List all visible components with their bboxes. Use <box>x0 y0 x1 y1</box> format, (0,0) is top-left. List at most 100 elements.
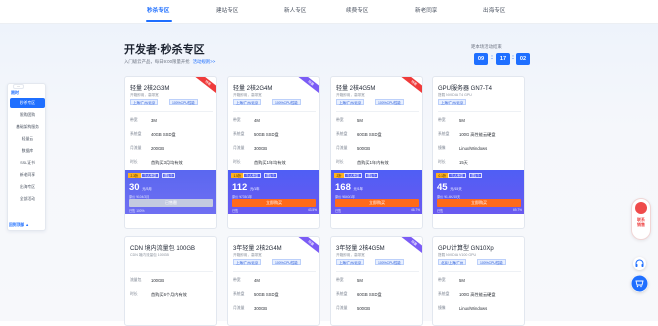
price: 168 元/1年 <box>335 182 363 193</box>
personal-tag: 个人专享 <box>344 173 362 178</box>
cart-fab[interactable] <box>631 275 648 292</box>
sidebar-item-ssl[interactable]: SSL证书 <box>10 158 45 168</box>
back-to-top-button[interactable]: 回到顶部 ▲ <box>9 223 29 228</box>
divider <box>233 111 316 112</box>
top-nav: 秒杀专区 建站专区 新人专区 续费专区 新老同享 出海专区 <box>0 0 658 24</box>
spec-value: 500GB <box>357 146 371 151</box>
countdown-separator: : <box>491 55 493 61</box>
stock-text: 已售 <box>335 209 342 213</box>
limit-tag: 限1个 <box>365 173 379 178</box>
discount-tag: 2折 <box>334 173 344 178</box>
product-card: 限量 3年轻量 2核2G4M 开箱即用，高带宽 上海/广州/北京 100%CPU… <box>227 236 320 326</box>
headset-icon <box>635 202 647 214</box>
spec-value: 60GB SSD盘 <box>357 132 382 137</box>
tab-seckill[interactable]: 秒杀专区 <box>147 6 169 14</box>
divider <box>130 271 213 272</box>
buy-button[interactable]: 立即购买 <box>335 199 419 207</box>
service-fab[interactable] <box>633 257 646 270</box>
active-tab-underline <box>146 20 172 22</box>
price-unit: 元/1年 <box>249 187 260 191</box>
sidebar-item-shared[interactable]: 新老同享 <box>10 170 45 180</box>
product-card: GPU计算型 GN10Xp 搭载 NVIDIA V100 GPU 北京/上海/广… <box>432 236 525 326</box>
countdown-minutes: 17 <box>496 53 510 65</box>
product-card: 特惠 轻量 2核2G3M 开箱即用，高带宽 上海/广州/北京 100%CPU性能… <box>124 76 217 229</box>
buy-button[interactable]: 立即购买 <box>437 199 521 207</box>
card-title: 轻量 2核4G5M <box>336 86 376 92</box>
countdown-seconds: 02 <box>516 53 530 65</box>
countdown-separator: : <box>512 55 514 61</box>
region-chip: 上海/广州/北京 <box>233 99 262 105</box>
sidebar-item-group[interactable]: 限购团购 <box>10 110 45 120</box>
spec-key: 月流量 <box>130 146 142 150</box>
limit-tag: 限1个 <box>162 173 176 178</box>
spec-key: 带宽 <box>336 278 344 282</box>
price: 30 元/3月 <box>129 182 152 193</box>
price-unit: 元/3月 <box>142 187 152 191</box>
cart-icon <box>631 275 648 292</box>
sidebar-item-infra[interactable]: 基础架构服务 <box>10 122 45 132</box>
spec-key: 带宽 <box>233 278 241 282</box>
region-chip: 北京/上海/广州 <box>438 259 467 265</box>
sidebar-collapse-handle[interactable]: ··· <box>13 84 24 89</box>
personal-tag: 个人专享 <box>243 173 261 178</box>
buy-button[interactable]: 立即购买 <box>232 199 316 207</box>
headphones-icon <box>635 259 644 267</box>
purchase-box: 2.3折 个人专享 限1个 30 元/3月 原价 ¥104/3月 已售罄 已售 … <box>125 170 216 214</box>
tab-overseas[interactable]: 出海专区 <box>483 6 505 14</box>
stock-percent: 43.5% <box>307 208 317 212</box>
purchase-box: 1.5折 个人专享 限1个 112 元/1年 原价 ¥735/1年 立即购买 已… <box>228 170 319 214</box>
page-subtitle: 入门级云产品，每日9:00限量开抢 活动规则>> <box>124 59 215 65</box>
tab-renewal[interactable]: 续费专区 <box>346 6 368 14</box>
sidebar-item-all[interactable]: 全部活动 <box>10 194 45 204</box>
spec-value: 4M <box>254 278 260 283</box>
sidebar-item-lighthouse[interactable]: 轻量云 <box>10 134 45 144</box>
sidebar-item-overseas[interactable]: 出海专区 <box>10 182 45 192</box>
discount-tag: 2.3折 <box>128 173 141 178</box>
product-card: 限量 3年轻量 2核4G5M 开箱即用，高带宽 上海/广州/北京 100%CPU… <box>330 236 423 326</box>
spec-value: 5M <box>357 278 363 283</box>
spec-value: 200GB <box>151 146 165 151</box>
card-ribbon: 特惠 <box>398 77 422 96</box>
rules-link[interactable]: 活动规则>> <box>193 59 216 64</box>
spec-value: 4M <box>254 118 260 123</box>
discount-tag: 1.5折 <box>231 173 244 178</box>
limit-tag: 限1个 <box>469 173 483 178</box>
spec-key: 时长 <box>233 160 241 164</box>
spec-key: 月流量 <box>233 146 245 150</box>
region-chip: 上海/广州/北京 <box>233 259 262 265</box>
price-value: 112 <box>232 182 248 193</box>
cpu-chip: 100%CPU性能 <box>272 99 301 105</box>
subtitle-text: 入门级云产品，每日9:00限量开抢 <box>124 59 190 64</box>
sidebar-item-seckill[interactable]: 秒杀专区 <box>10 98 45 108</box>
spec-value: 5M <box>459 278 465 283</box>
spec-key: 系统盘 <box>336 132 348 136</box>
spec-key: 系统盘 <box>438 132 450 136</box>
buy-button[interactable]: 已售罄 <box>129 199 213 207</box>
spec-value: 50GB SSD盘 <box>254 292 279 297</box>
spec-key: 镜像 <box>438 146 446 150</box>
card-ribbon: 限量 <box>295 237 319 256</box>
divider <box>438 271 521 272</box>
product-card: GPU服务器 GN7-T4 搭载 NVIDIA T4 GPU 上海/广州/北京 … <box>432 76 525 229</box>
product-card: 限量 轻量 2核2G4M 开箱即用，高带宽 上海/广州/北京 100%CPU性能… <box>227 76 320 229</box>
spec-key: 系统盘 <box>336 292 348 296</box>
spec-value: 首购买3月均有效 <box>151 160 183 165</box>
tab-site-building[interactable]: 建站专区 <box>216 6 238 14</box>
spec-value: 500GB <box>357 306 371 311</box>
card-title: CDN 境内流量包 100GB <box>130 246 196 252</box>
divider <box>130 111 213 112</box>
tab-shared[interactable]: 新老同享 <box>415 6 437 14</box>
contact-sales-button[interactable]: 联系销售 <box>631 198 651 240</box>
card-title: 3年轻量 2核2G4M <box>233 246 282 252</box>
sidebar-item-database[interactable]: 数据库 <box>10 146 45 156</box>
cpu-chip: 100%CPU性能 <box>375 259 404 265</box>
tab-newcomer[interactable]: 新人专区 <box>284 6 306 14</box>
page-title: 开发者·秒杀专区 <box>124 44 205 56</box>
divider <box>336 271 419 272</box>
spec-key: 镜像 <box>438 306 446 310</box>
card-desc: CDN 境内流量包 100GB <box>130 253 169 257</box>
spec-key: 时长 <box>130 160 138 164</box>
divider <box>336 111 419 112</box>
stock-percent: 46.7% <box>410 208 420 212</box>
card-ribbon: 限量 <box>398 237 422 256</box>
